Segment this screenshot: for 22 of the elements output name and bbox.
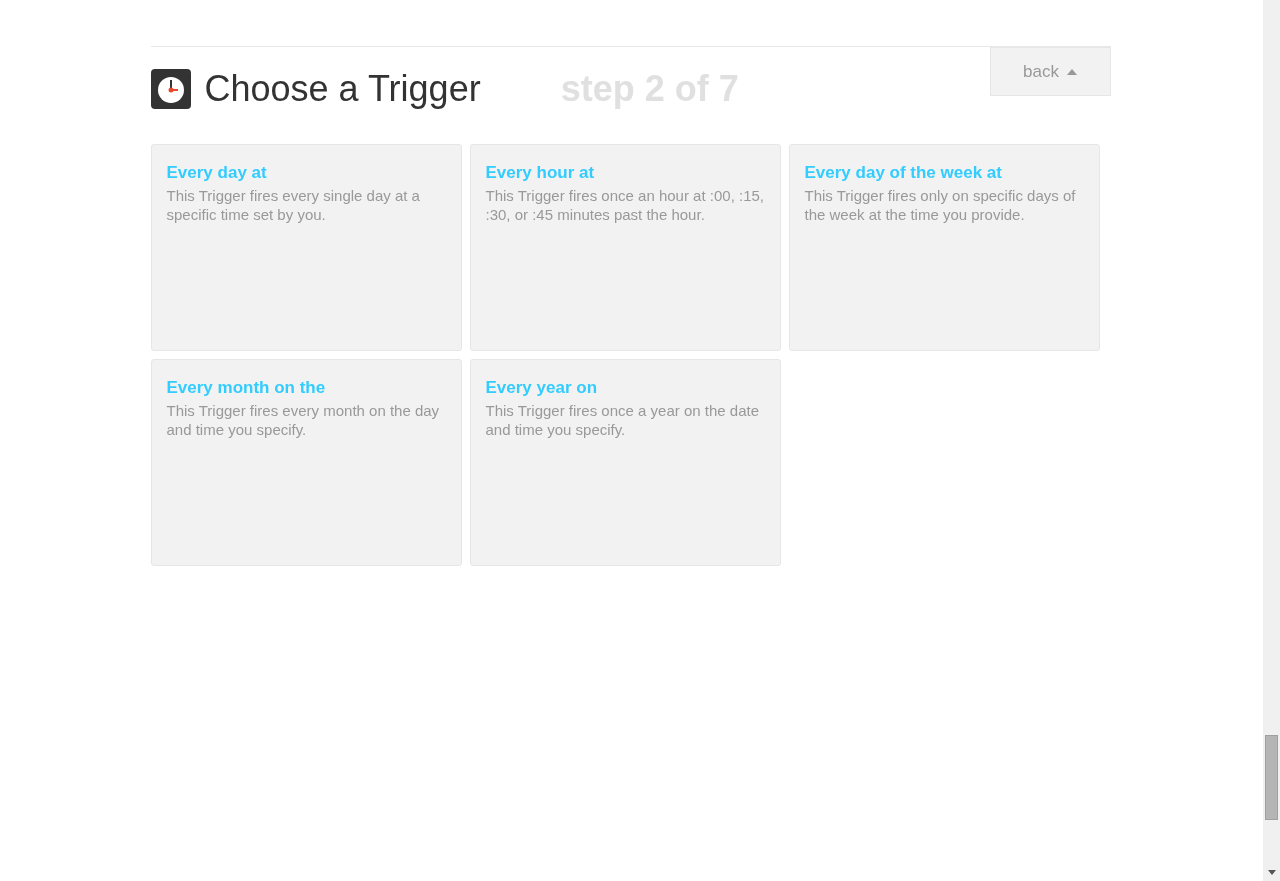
scroll-down-icon[interactable] bbox=[1267, 870, 1276, 875]
trigger-title: Every month on the bbox=[166, 377, 327, 399]
trigger-description: This Trigger fires every month on the day and time you specify. bbox=[166, 401, 441, 439]
trigger-title: Every year on bbox=[485, 377, 598, 399]
scrollbar-thumb[interactable] bbox=[1265, 735, 1278, 820]
clock-icon bbox=[150, 69, 191, 109]
back-button[interactable]: back bbox=[989, 47, 1111, 96]
caret-up-icon bbox=[1066, 68, 1077, 75]
trigger-card[interactable]: Every day at This Trigger fires every single day at a specific time set by you. bbox=[150, 144, 462, 351]
page-title: Choose a Trigger bbox=[204, 67, 481, 111]
trigger-title: Every hour at bbox=[485, 162, 596, 184]
scrollbar[interactable] bbox=[1263, 0, 1280, 881]
trigger-card[interactable]: Every day of the week at This Trigger fires only on specific days of the week at the time you provide. bbox=[788, 144, 1100, 351]
trigger-description: This Trigger fires once a year on the date and time you specify. bbox=[485, 401, 760, 439]
trigger-description: This Trigger fires only on specific days of the week at the time you provide. bbox=[804, 186, 1077, 224]
trigger-card[interactable]: Every hour at This Trigger fires once an hour at :00, :15, :30, or :45 minutes past the hour. bbox=[469, 144, 781, 351]
trigger-title: Every day at bbox=[166, 162, 268, 184]
trigger-description: This Trigger fires once an hour at :00, :15, :30, or :45 minutes past the hour. bbox=[485, 186, 765, 224]
trigger-card[interactable]: Every year on This Trigger fires once a year on the date and time you specify. bbox=[469, 359, 781, 566]
trigger-card[interactable]: Every month on the This Trigger fires every month on the day and time you specify. bbox=[150, 359, 462, 566]
trigger-description: This Trigger fires every single day at a specific time set by you. bbox=[166, 186, 421, 224]
trigger-title: Every day of the week at bbox=[804, 162, 1003, 184]
